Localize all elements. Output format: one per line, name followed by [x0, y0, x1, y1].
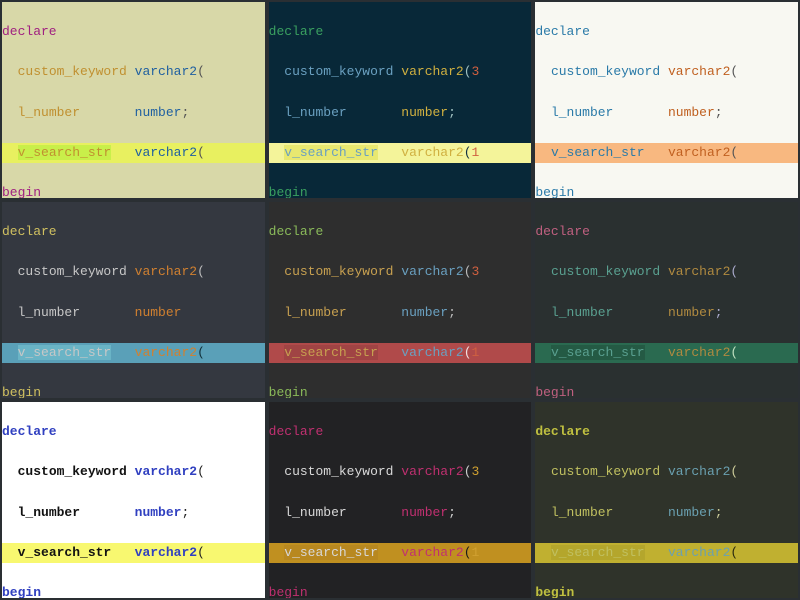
highlighted-line: v_search_str varchar2( — [2, 543, 265, 563]
highlighted-line: v_search_str varchar2( — [2, 343, 265, 363]
theme-preview-2: declare custom_keyword varchar2( l_numbe… — [535, 2, 798, 198]
highlighted-line: v_search_str varchar2( — [535, 143, 798, 163]
highlighted-line: v_search_str varchar2(1 — [269, 343, 532, 363]
highlighted-line: v_search_str varchar2( — [535, 343, 798, 363]
highlighted-line: v_search_str varchar2(1 — [269, 143, 532, 163]
ident-lnumber: l_number — [18, 105, 80, 120]
theme-preview-7: declare custom_keyword varchar2(3 l_numb… — [269, 402, 532, 598]
kw-begin: begin — [2, 185, 41, 198]
highlighted-line: v_search_str varchar2( — [2, 143, 265, 163]
highlighted-line: v_search_str varchar2(1 — [269, 543, 532, 563]
theme-preview-0: declare custom_keyword varchar2( l_numbe… — [2, 2, 265, 198]
theme-preview-3: declare custom_keyword varchar2( l_numbe… — [2, 202, 265, 398]
theme-preview-1: declare custom_keyword varchar2(3 l_numb… — [269, 2, 532, 198]
theme-preview-4: declare custom_keyword varchar2(3 l_numb… — [269, 202, 532, 398]
theme-preview-5: declare custom_keyword varchar2( l_numbe… — [535, 202, 798, 398]
ident-custom: custom_keyword — [18, 64, 127, 79]
highlighted-line: v_search_str varchar2( — [535, 543, 798, 563]
type-varchar2: varchar2 — [135, 64, 197, 79]
theme-preview-6: declare custom_keyword varchar2( l_numbe… — [2, 402, 265, 598]
kw-declare: declare — [2, 24, 57, 39]
theme-preview-8: declare custom_keyword varchar2( l_numbe… — [535, 402, 798, 598]
type-number: number — [135, 105, 182, 120]
